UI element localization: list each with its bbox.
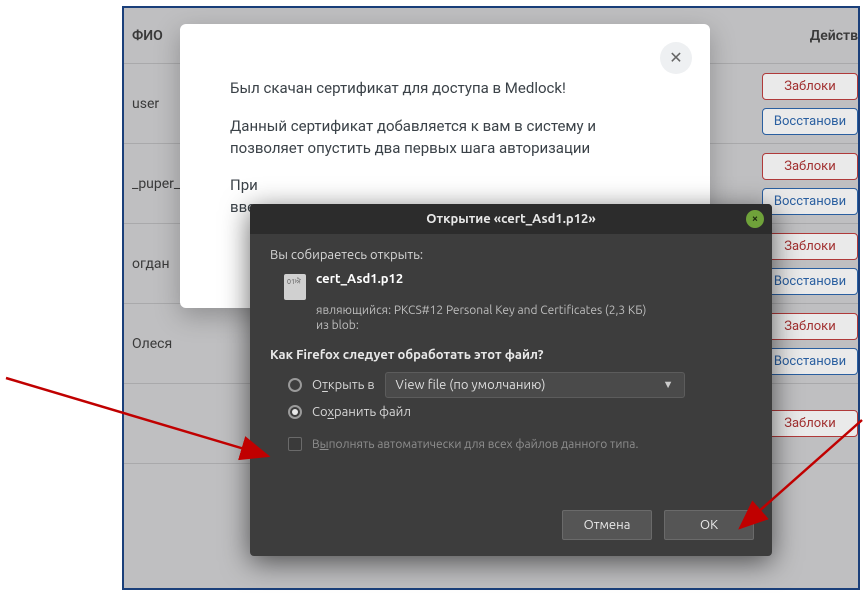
restore-button[interactable]: Восстанови (762, 108, 858, 135)
save-file-row[interactable]: Сохранить файл (288, 405, 752, 419)
block-button[interactable]: Заблоки (762, 233, 858, 260)
save-file-label: Сохранить файл (312, 405, 411, 419)
open-with-select[interactable]: View file (по умолчанию) ▼ (385, 372, 685, 398)
dialog-title: Открытие «cert_Asd1.p12» (426, 212, 595, 226)
auto-handle-label: Выполнять автоматически для всех файлов … (312, 438, 638, 451)
restore-button[interactable]: Восстанови (762, 188, 858, 215)
close-icon: × (752, 214, 758, 225)
ok-button[interactable]: ОК (664, 510, 754, 540)
open-with-app: View file (по умолчанию) (396, 378, 546, 392)
opening-label: Вы собираетесь открыть: (270, 248, 752, 262)
radio-open-with[interactable] (288, 378, 302, 392)
open-with-label: Открыть в (312, 378, 375, 392)
cancel-button[interactable]: Отмена (562, 510, 652, 540)
close-icon: ✕ (669, 46, 682, 69)
block-button[interactable]: Заблоки (762, 153, 858, 180)
col-header-actions: Действ (810, 28, 858, 44)
file-type: являющийся: PKCS#12 Personal Key and Cer… (316, 304, 752, 317)
block-button[interactable]: Заблоки (762, 410, 858, 437)
action-question: Как Firefox следует обработать этот файл… (270, 348, 752, 362)
dialog-body: Вы собираетесь открыть: cert_Asd1.p12 яв… (250, 234, 772, 498)
dialog-titlebar: Открытие «cert_Asd1.p12» × (250, 204, 772, 234)
radio-save-file[interactable] (288, 405, 302, 419)
chevron-down-icon: ▼ (663, 379, 674, 391)
block-button[interactable]: Заблоки (762, 313, 858, 340)
modal-close-button[interactable]: ✕ (660, 42, 692, 74)
dialog-footer: Отмена ОК (250, 498, 772, 556)
restore-button[interactable]: Восстанови (762, 348, 858, 375)
row-name: Олеся (132, 336, 252, 352)
modal-text-2: Данный сертификат добавляется к вам в си… (230, 116, 660, 160)
block-button[interactable]: Заблоки (762, 73, 858, 100)
checkbox-auto[interactable] (288, 437, 302, 451)
dialog-close-button[interactable]: × (746, 210, 764, 228)
open-with-row[interactable]: Открыть в View file (по умолчанию) ▼ (288, 372, 752, 398)
firefox-open-file-dialog: Открытие «cert_Asd1.p12» × Вы собираетес… (250, 204, 772, 556)
file-name: cert_Asd1.p12 (316, 272, 403, 286)
auto-handle-row[interactable]: Выполнять автоматически для всех файлов … (288, 437, 752, 451)
modal-text-1: Был скачан сертификат для доступа в Medl… (230, 78, 660, 100)
file-icon (284, 274, 306, 300)
app-frame: ФИО Действ user Заблоки Восстанови _pupe… (122, 6, 860, 590)
restore-button[interactable]: Восстанови (762, 268, 858, 295)
file-source: из blob: (316, 319, 752, 332)
file-row: cert_Asd1.p12 (284, 272, 752, 300)
